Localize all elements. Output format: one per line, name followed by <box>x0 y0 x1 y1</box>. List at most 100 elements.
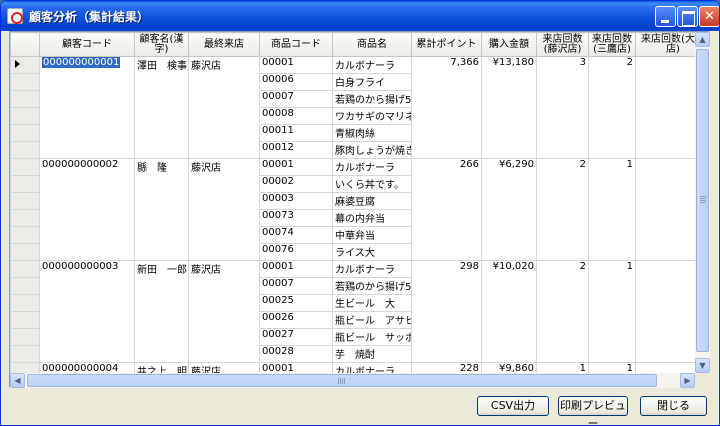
item-name-cell[interactable]: ライス大 <box>332 243 412 261</box>
column-header[interactable]: 来店回数(藤沢店) <box>536 32 589 57</box>
print-preview-button[interactable]: 印刷プレビュー <box>558 396 628 425</box>
item-code-cell[interactable]: 00074 <box>259 226 333 244</box>
row-header[interactable] <box>10 124 40 142</box>
item-name-cell[interactable]: 瓶ビール アサヒ <box>332 311 412 329</box>
table-row[interactable]: 000000000001 澤田 検事 藤沢店 00001 カルボナーラ 7,366 ¥13,… <box>10 56 695 159</box>
last-store-cell[interactable]: 藤沢店 <box>188 260 260 363</box>
amount-cell[interactable]: ¥9,860 <box>481 362 537 373</box>
item-code-cell[interactable]: 00006 <box>259 73 333 91</box>
item-code-cell[interactable]: 00027 <box>259 328 333 346</box>
row-header[interactable] <box>10 141 40 159</box>
column-header[interactable]: 商品名 <box>332 32 412 57</box>
row-header[interactable] <box>10 107 40 125</box>
item-name-cell[interactable]: 若鶏のから揚げ5 <box>332 90 412 108</box>
item-name-cell[interactable]: 白身フライ <box>332 73 412 91</box>
column-header[interactable]: 累計ポイント <box>411 32 482 57</box>
item-name-cell[interactable]: 瓶ビール サッポロ <box>332 328 412 346</box>
item-name-cell[interactable]: 芋 焼酎 <box>332 345 412 363</box>
row-header[interactable] <box>10 345 40 363</box>
item-code-cell[interactable]: 00026 <box>259 311 333 329</box>
points-cell[interactable]: 7,366 <box>411 56 482 159</box>
points-cell[interactable]: 266 <box>411 158 482 261</box>
item-code-cell[interactable]: 00007 <box>259 90 333 108</box>
points-cell[interactable]: 298 <box>411 260 482 363</box>
row-header[interactable] <box>10 311 40 329</box>
row-header[interactable] <box>10 226 40 244</box>
close-button[interactable]: 閉じる <box>640 396 707 416</box>
item-code-cell[interactable]: 00003 <box>259 192 333 210</box>
minimize-button[interactable] <box>655 6 676 27</box>
item-code-cell[interactable]: 00007 <box>259 277 333 295</box>
column-header[interactable]: 最終来店 <box>188 32 260 57</box>
item-name-cell[interactable]: 青椒肉絲 <box>332 124 412 142</box>
scroll-left-button[interactable]: ◀ <box>10 373 25 388</box>
scroll-down-button[interactable]: ▼ <box>695 358 710 373</box>
table-row[interactable]: 000000000003新田 一郎...藤沢店00001カルボナーラ298¥10… <box>10 260 695 363</box>
item-name-cell[interactable]: ワカサギのマリネ <box>332 107 412 125</box>
row-header[interactable] <box>10 362 40 373</box>
row-header[interactable] <box>10 90 40 108</box>
column-header[interactable]: 購入金額 <box>481 32 537 57</box>
column-header[interactable]: 顧客コード <box>39 32 135 57</box>
visits-osaka-cell[interactable] <box>635 56 695 159</box>
column-header[interactable]: 商品コード <box>259 32 333 57</box>
row-header[interactable] <box>10 73 40 91</box>
row-header[interactable] <box>10 294 40 312</box>
row-header[interactable] <box>10 192 40 210</box>
item-name-cell[interactable]: 麻婆豆腐 <box>332 192 412 210</box>
vertical-scroll-thumb[interactable] <box>696 49 709 352</box>
row-header[interactable] <box>10 328 40 346</box>
last-store-cell[interactable]: 藤沢店 <box>188 56 260 159</box>
item-code-cell[interactable]: 00073 <box>259 209 333 227</box>
customer-name-cell[interactable]: 井之上 明... <box>134 362 189 373</box>
column-header[interactable]: 来店回数(大阪店) <box>635 32 695 57</box>
amount-cell[interactable]: ¥6,290 <box>481 158 537 261</box>
visits-mitaka-cell[interactable]: 2 <box>588 56 636 159</box>
visits-fujisawa-cell[interactable]: 1 <box>536 362 589 373</box>
item-name-cell[interactable]: 若鶏のから揚げ5 <box>332 277 412 295</box>
amount-cell[interactable]: ¥13,180 <box>481 56 537 159</box>
row-header[interactable] <box>10 209 40 227</box>
item-code-cell[interactable]: 00001 <box>259 56 333 74</box>
amount-cell[interactable]: ¥10,020 <box>481 260 537 363</box>
last-store-cell[interactable]: 藤沢店 <box>188 362 260 373</box>
item-code-cell[interactable]: 00025 <box>259 294 333 312</box>
title-bar[interactable]: 顧客分析（集計結果） ✕ <box>1 1 719 31</box>
item-code-cell[interactable]: 00076 <box>259 243 333 261</box>
customer-code-cell[interactable]: 000000000004 <box>39 362 135 373</box>
visits-fujisawa-cell[interactable]: 2 <box>536 260 589 363</box>
close-window-button[interactable]: ✕ <box>699 6 719 27</box>
customer-name-cell[interactable]: 新田 一郎... <box>134 260 189 363</box>
row-header[interactable] <box>10 175 40 193</box>
horizontal-scrollbar[interactable]: ◀ ▶ <box>10 373 695 388</box>
item-code-cell[interactable]: 00002 <box>259 175 333 193</box>
scroll-right-button[interactable]: ▶ <box>680 373 695 388</box>
item-name-cell[interactable]: カルボナーラ <box>332 260 412 278</box>
customer-name-cell[interactable]: 縣 隆 <box>134 158 189 261</box>
customer-code-cell[interactable]: 000000000003 <box>39 260 135 363</box>
row-header[interactable] <box>10 260 40 278</box>
visits-osaka-cell[interactable] <box>635 362 695 373</box>
item-code-cell[interactable]: 00011 <box>259 124 333 142</box>
item-code-cell[interactable]: 00001 <box>259 158 333 176</box>
visits-fujisawa-cell[interactable]: 3 <box>536 56 589 159</box>
visits-fujisawa-cell[interactable]: 2 <box>536 158 589 261</box>
visits-mitaka-cell[interactable]: 1 <box>588 158 636 261</box>
row-header[interactable] <box>10 277 40 295</box>
row-header[interactable] <box>10 243 40 261</box>
visits-osaka-cell[interactable] <box>635 158 695 261</box>
item-name-cell[interactable]: いくら丼です。 <box>332 175 412 193</box>
current-row-indicator[interactable] <box>10 56 40 74</box>
item-name-cell[interactable]: 幕の内弁当 <box>332 209 412 227</box>
visits-osaka-cell[interactable] <box>635 260 695 363</box>
points-cell[interactable]: 228 <box>411 362 482 373</box>
item-name-cell[interactable]: 中華弁当 <box>332 226 412 244</box>
row-header[interactable] <box>10 158 40 176</box>
vertical-scrollbar[interactable]: ▲ ▼ <box>695 32 710 373</box>
customer-code-cell[interactable]: 000000000002 <box>39 158 135 261</box>
table-row[interactable]: 000000000004井之上 明...藤沢店00001カルボナーラ228¥9,… <box>10 362 695 373</box>
customer-code-cell[interactable]: 000000000001 <box>39 56 135 159</box>
customer-name-cell[interactable]: 澤田 検事 <box>134 56 189 159</box>
item-code-cell[interactable]: 00008 <box>259 107 333 125</box>
item-name-cell[interactable]: 豚肉しょうが焼き <box>332 141 412 159</box>
